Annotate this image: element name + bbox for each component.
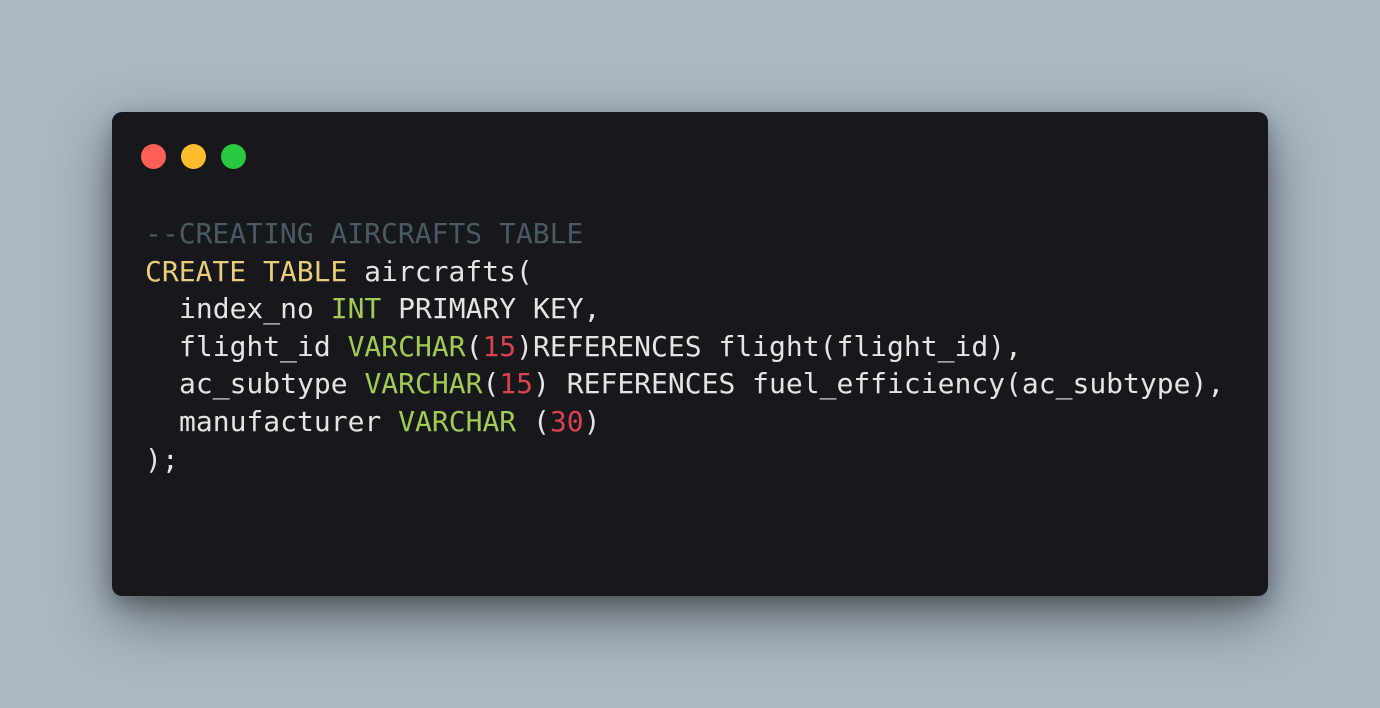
plain-token: ) [583, 404, 601, 438]
plain-token: ) REFERENCES fuel_efficiency(ac_subtype)… [533, 367, 1225, 401]
type-token: VARCHAR [347, 329, 466, 363]
plain-token: aircrafts( [347, 254, 533, 288]
column-name: ac_subtype [179, 367, 365, 401]
code-line-7: ); [145, 441, 1224, 479]
column-name: flight_id [179, 329, 348, 363]
maximize-button[interactable] [221, 144, 246, 169]
column-name: index_no [179, 292, 331, 326]
paren-token: ( [465, 329, 483, 363]
number-token: 15 [482, 329, 517, 363]
minimize-button[interactable] [181, 144, 206, 169]
paren-token: ( [482, 367, 500, 401]
close-button[interactable] [141, 144, 166, 169]
code-line-2: CREATE TABLE aircrafts( [145, 253, 1224, 291]
plain-token: ); [145, 442, 179, 476]
plain-token: PRIMARY KEY, [381, 292, 601, 326]
type-token: VARCHAR [364, 367, 483, 401]
type-token: VARCHAR [398, 404, 517, 438]
code-block: --CREATING AIRCRAFTS TABLE CREATE TABLE a… [145, 215, 1224, 478]
number-token: 30 [549, 404, 584, 438]
plain-token: )REFERENCES flight(flight_id), [516, 329, 1022, 363]
code-line-4: flight_id VARCHAR(15)REFERENCES flight(f… [145, 328, 1224, 366]
column-name: manufacturer [179, 404, 399, 438]
keyword-token: CREATE TABLE [145, 254, 348, 288]
code-line-6: manufacturer VARCHAR (30) [145, 403, 1224, 441]
paren-token: ( [516, 404, 550, 438]
comment-token: --CREATING AIRCRAFTS TABLE [145, 217, 584, 250]
code-line-1: --CREATING AIRCRAFTS TABLE [145, 215, 1224, 253]
type-token: INT [330, 292, 382, 326]
code-line-5: ac_subtype VARCHAR(15) REFERENCES fuel_e… [145, 365, 1224, 403]
code-line-3: index_no INT PRIMARY KEY, [145, 290, 1224, 328]
number-token: 15 [499, 367, 534, 401]
window-controls [141, 144, 246, 169]
code-window: --CREATING AIRCRAFTS TABLE CREATE TABLE a… [112, 112, 1268, 596]
